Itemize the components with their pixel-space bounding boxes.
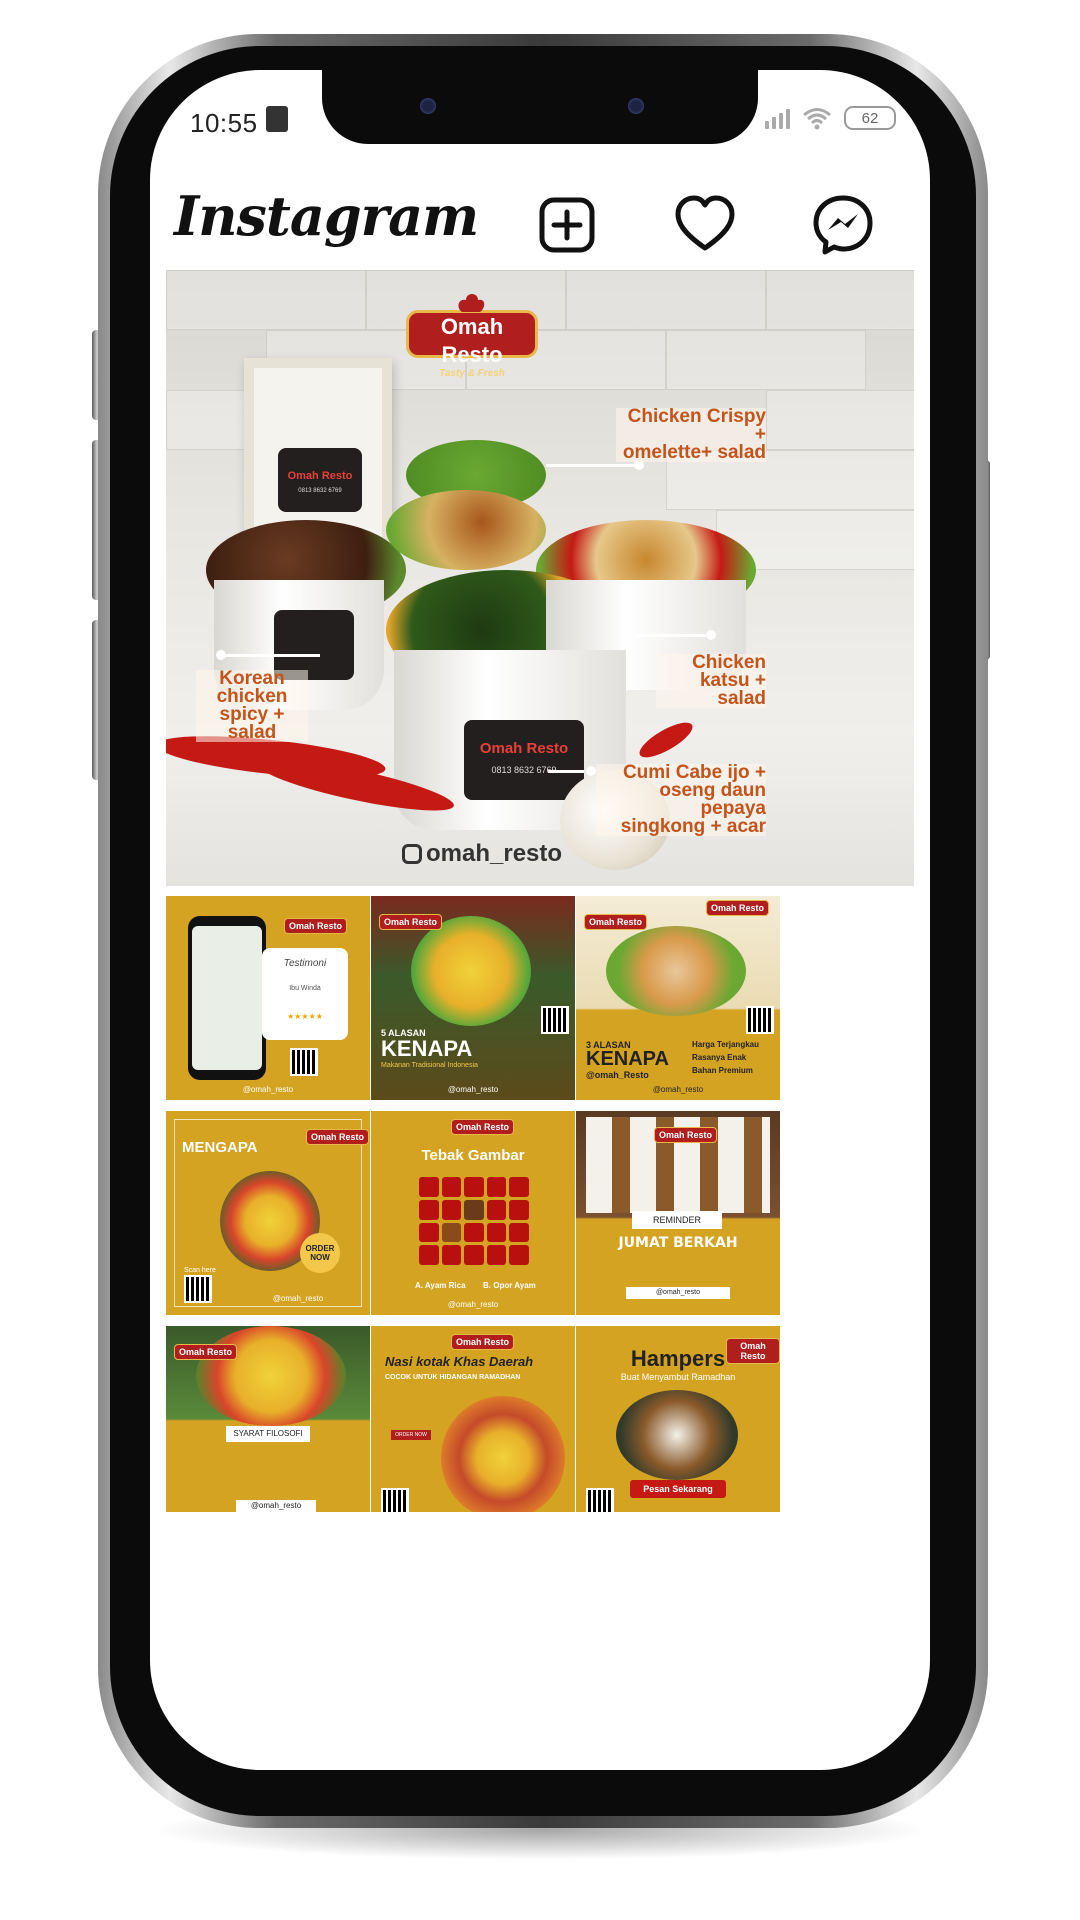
order-now-button: ORDER NOW — [391, 1430, 431, 1440]
camera-icon — [420, 98, 436, 114]
status-time: 10:55 — [190, 108, 258, 138]
brand-tagline: Tasty & Fresh — [439, 368, 505, 379]
hero-handle: omah_resto — [402, 840, 562, 868]
bowl-label-center: Omah Resto 0813 8632 6769 — [464, 720, 584, 800]
grid-post-5-alasan[interactable]: Omah Resto 5 ALASAN KENAPA Makanan Tradi… — [371, 896, 575, 1100]
qr-code — [381, 1488, 409, 1512]
testimonial-card: Testimoni Ibu Winda ★★★★★ — [262, 948, 348, 1040]
app-logo[interactable]: Instagram — [174, 184, 479, 248]
phone-screen: 10:55 62 Instagram Omah Resto Tasty & Fr… — [150, 70, 930, 1770]
nasi-kotak-image — [441, 1396, 565, 1512]
notification-icon — [266, 106, 288, 132]
brand-logo: Omah Resto Tasty & Fresh — [406, 310, 538, 379]
instagram-glyph-icon — [402, 844, 422, 864]
messenger-icon[interactable] — [810, 192, 876, 258]
grid-post-nasi-kotak[interactable]: Omah Resto Nasi kotak Khas Daerah COCOK … — [371, 1326, 575, 1512]
callout-crispy: Chicken Crispy + omelette+ salad — [616, 407, 766, 462]
signal-icon — [765, 107, 790, 129]
heart-icon[interactable] — [672, 192, 738, 258]
grid-post-tebak-gambar[interactable]: Omah Resto Tebak Gambar A. Ayam Rica B. … — [371, 1111, 575, 1315]
callout-line-2 — [220, 654, 320, 657]
tumpeng-image — [411, 916, 531, 1026]
frame-logo: Omah Resto 0813 8632 6769 — [278, 448, 362, 512]
crispy-chicken-food — [386, 490, 546, 570]
guess-grid — [419, 1177, 529, 1265]
qr-code — [541, 1006, 569, 1034]
qr-code — [586, 1488, 614, 1512]
callout-line-3 — [636, 634, 706, 637]
callout-line-1 — [546, 464, 638, 467]
callout-katsu: Chicken katsu + salad — [656, 653, 766, 708]
grid-post-testimoni[interactable]: Testimoni Ibu Winda ★★★★★ Omah Resto @om… — [166, 896, 370, 1100]
qr-code — [184, 1275, 212, 1303]
instagram-header: Instagram — [150, 172, 930, 282]
qr-code — [290, 1048, 318, 1076]
grid-post-jumat-berkah[interactable]: Omah Resto REMINDER JUMAT BERKAH @omah_r… — [576, 1111, 780, 1315]
new-post-icon[interactable] — [534, 192, 600, 258]
callout-dot-3 — [706, 630, 716, 640]
grid-post-3-alasan[interactable]: Omah Resto Omah Resto 3 ALASAN KENAPA @o… — [576, 896, 780, 1100]
katsu-bowl-image — [606, 926, 746, 1016]
sensor-icon — [628, 98, 644, 114]
status-indicators: 62 — [765, 106, 896, 130]
brand-name: Omah Resto — [440, 314, 504, 367]
battery-indicator: 62 — [844, 106, 896, 130]
grid-post-hampers[interactable]: Omah Resto Hampers Buat Menyambut Ramadh… — [576, 1326, 780, 1512]
callout-dot-2 — [216, 650, 226, 660]
notch — [322, 70, 758, 144]
callout-dot-4 — [586, 766, 596, 776]
callout-korean: Korean chicken spicy + salad — [196, 669, 308, 742]
tumpeng-image — [196, 1326, 346, 1426]
qr-code — [746, 1006, 774, 1034]
phone-mockup — [188, 916, 266, 1080]
grid-post-syarat-filosofi[interactable]: Omah Resto SYARAT FILOSOFI @omah_resto — [166, 1326, 370, 1512]
grid-post-mengapa[interactable]: MENGAPA ORDER NOW Omah Resto Scan here @… — [166, 1111, 370, 1315]
chili-right — [635, 716, 697, 764]
featured-post-image[interactable]: Omah Resto Tasty & Fresh Omah Resto 0813… — [166, 270, 914, 886]
chef-hat-icon — [458, 294, 485, 312]
frame-brand: Omah Resto — [287, 470, 353, 482]
rating-stars: ★★★★★ — [287, 1012, 323, 1021]
callout-line-4 — [548, 770, 584, 773]
callout-cumi: Cumi Cabe ijo + oseng daun pepaya singkong… — [596, 763, 766, 836]
pesan-sekarang-button: Pesan Sekarang — [630, 1480, 726, 1498]
reminder-label: REMINDER — [632, 1211, 722, 1229]
hampers-image — [616, 1390, 738, 1480]
frame-phone: 0813 8632 6769 — [298, 488, 342, 494]
tile-logo: Omah Resto — [284, 918, 348, 934]
order-now-badge: ORDER NOW — [300, 1233, 340, 1273]
wifi-icon — [803, 108, 831, 130]
bowl-brand: Omah Resto — [479, 740, 569, 757]
